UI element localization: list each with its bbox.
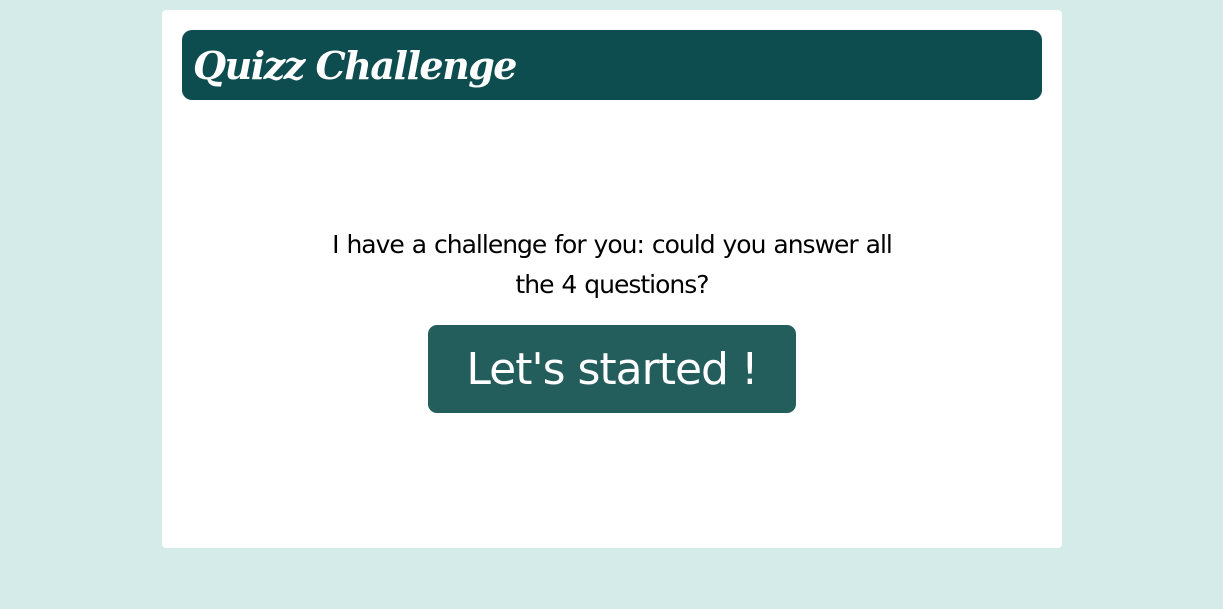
app-title: Quizz Challenge <box>193 42 517 88</box>
header-bar: Quizz Challenge <box>182 30 1042 100</box>
quiz-card: Quizz Challenge I have a challenge for y… <box>162 10 1062 548</box>
intro-text: I have a challenge for you: could you an… <box>332 230 893 299</box>
start-quiz-button[interactable]: Let's started ! <box>428 325 796 413</box>
